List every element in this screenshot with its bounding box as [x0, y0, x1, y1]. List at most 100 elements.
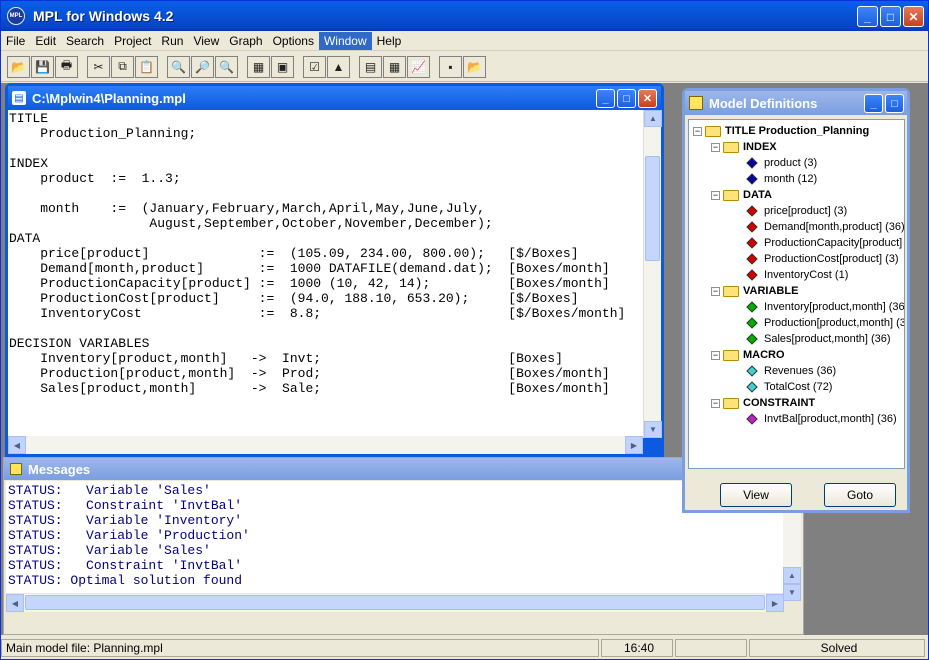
copy-icon[interactable]: ⧉ [111, 55, 134, 78]
editor-horizontal-scrollbar[interactable]: ◀ ▶ [8, 436, 643, 454]
save-icon[interactable]: 💾 [31, 55, 54, 78]
tree-item[interactable]: Demand[month,product] (36) [745, 220, 904, 234]
messages-log[interactable]: STATUS: Variable 'Sales' STATUS: Constra… [6, 481, 784, 593]
menu-view[interactable]: View [188, 32, 224, 50]
minimize-button[interactable]: _ [857, 6, 878, 27]
replace-icon[interactable]: 🔍 [215, 55, 238, 78]
tree-item[interactable]: Revenues (36) [745, 364, 836, 378]
view-solution-icon[interactable]: ▤ [359, 55, 382, 78]
tree-item[interactable]: ProductionCapacity[product] [745, 236, 902, 250]
code-text[interactable]: TITLE Production_Planning; INDEX product… [8, 110, 643, 396]
messages-icon[interactable]: ▪ [439, 55, 462, 78]
run-icon[interactable]: ▣ [271, 55, 294, 78]
menu-project[interactable]: Project [109, 32, 156, 50]
menu-options[interactable]: Options [268, 32, 319, 50]
maximize-button[interactable]: □ [880, 6, 901, 27]
status-bar: Main model file: Planning.mpl 16:40 Solv… [1, 637, 928, 659]
find-next-icon[interactable]: 🔎 [191, 55, 214, 78]
close-button[interactable]: ✕ [903, 6, 924, 27]
menu-graph[interactable]: Graph [224, 32, 267, 50]
document-icon: ▤ [12, 91, 26, 105]
model-definitions-minimize-button[interactable]: _ [864, 94, 883, 113]
collapse-icon[interactable]: − [711, 398, 720, 408]
print-icon[interactable]: 🖶 [55, 55, 78, 78]
collapse-icon[interactable]: − [711, 142, 720, 152]
model-definitions-title: Model Definitions [709, 95, 818, 111]
tree-group-index[interactable]: − INDEX [711, 140, 777, 154]
tree-item[interactable]: Inventory[product,month] (36 [745, 300, 904, 314]
diamond-icon [746, 365, 758, 377]
editor-minimize-button[interactable]: _ [596, 89, 615, 108]
messages-horizontal-scrollbar[interactable]: ◀ ▶ [6, 594, 784, 612]
scroll-down-icon[interactable]: ▼ [644, 421, 662, 438]
toolbar: 📂 💾 🖶 ✂ ⧉ 📋 🔍 🔎 🔍 ▦ ▣ ☑ ▲ ▤ ▦ 📈 ▪ 📂 [1, 52, 928, 82]
menu-window[interactable]: Window [318, 31, 372, 50]
tree-group-variable[interactable]: − VARIABLE [711, 284, 798, 298]
collapse-icon[interactable]: − [711, 190, 720, 200]
tree-item[interactable]: ProductionCost[product] (3) [745, 252, 899, 266]
scroll-left-icon[interactable]: ◀ [6, 594, 24, 612]
menu-bar: File Edit Search Project Run View Graph Options… [1, 31, 928, 51]
messages-horizontal-scroll-thumb[interactable] [25, 595, 765, 610]
collapse-icon[interactable]: − [693, 126, 702, 136]
find-icon[interactable]: 🔍 [167, 55, 190, 78]
editor-vertical-scrollbar[interactable]: ▲ ▼ [643, 110, 662, 438]
messages-text: STATUS: Variable 'Sales' STATUS: Constra… [8, 483, 250, 588]
model-definitions-icon[interactable]: 📂 [463, 55, 486, 78]
scroll-left-icon[interactable]: ◀ [8, 436, 26, 454]
tree-item[interactable]: InvtBal[product,month] (36) [745, 412, 897, 426]
diamond-icon [746, 237, 758, 249]
check-icon[interactable]: ☑ [303, 55, 326, 78]
folder-icon [723, 397, 739, 409]
editor-title: C:\Mplwin4\Planning.mpl [32, 90, 186, 106]
application-window: MPL MPL for Windows 4.2 _ □ ✕ File Edit Se… [0, 0, 929, 660]
diamond-icon [746, 157, 758, 169]
solve-icon[interactable]: ▲ [327, 55, 350, 78]
editor-close-button[interactable]: ✕ [638, 89, 657, 108]
cut-icon[interactable]: ✂ [87, 55, 110, 78]
menu-file[interactable]: File [1, 32, 30, 50]
tree-item[interactable]: InventoryCost (1) [745, 268, 848, 282]
menu-help[interactable]: Help [372, 32, 407, 50]
collapse-icon[interactable]: − [711, 350, 720, 360]
scroll-up-icon[interactable]: ▲ [783, 567, 801, 584]
open-icon[interactable]: 📂 [7, 55, 30, 78]
menu-search[interactable]: Search [61, 32, 109, 50]
tree-item[interactable]: month (12) [745, 172, 817, 186]
model-definitions-window[interactable]: Model Definitions _ □ − TITLE Production_… [682, 88, 910, 513]
view-button[interactable]: View [720, 483, 792, 507]
model-definitions-maximize-button[interactable]: □ [885, 94, 904, 113]
graph-icon[interactable]: 📈 [407, 55, 430, 78]
paste-icon[interactable]: 📋 [135, 55, 158, 78]
parse-icon[interactable]: ▦ [247, 55, 270, 78]
code-editor[interactable]: TITLE Production_Planning; INDEX product… [8, 110, 643, 438]
editor-window[interactable]: ▤ C:\Mplwin4\Planning.mpl _ □ ✕ TITLE Pr… [5, 83, 664, 457]
tree-item[interactable]: Production[product,month] (3 [745, 316, 904, 330]
model-tree[interactable]: − TITLE Production_Planning − INDEX product … [688, 119, 905, 469]
collapse-icon[interactable]: − [711, 286, 720, 296]
messages-icon [10, 463, 22, 475]
tree-item[interactable]: Sales[product,month] (36) [745, 332, 891, 346]
scroll-down-icon[interactable]: ▼ [783, 584, 801, 601]
menu-run[interactable]: Run [156, 32, 188, 50]
tree-group-data[interactable]: − DATA [711, 188, 772, 202]
goto-button[interactable]: Goto [824, 483, 896, 507]
scroll-right-icon[interactable]: ▶ [625, 436, 643, 454]
tree-item[interactable]: price[product] (3) [745, 204, 847, 218]
scroll-right-icon[interactable]: ▶ [766, 594, 784, 612]
matrix-icon[interactable]: ▦ [383, 55, 406, 78]
editor-maximize-button[interactable]: □ [617, 89, 636, 108]
tree-group-macro[interactable]: − MACRO [711, 348, 785, 362]
mdi-workspace: ▤ C:\Mplwin4\Planning.mpl _ □ ✕ TITLE Pr… [1, 83, 928, 635]
title-bar[interactable]: MPL MPL for Windows 4.2 _ □ ✕ [1, 1, 928, 31]
tree-root[interactable]: − TITLE Production_Planning [693, 124, 869, 138]
tree-group-constraint[interactable]: − CONSTRAINT [711, 396, 815, 410]
tree-item[interactable]: TotalCost (72) [745, 380, 832, 394]
menu-edit[interactable]: Edit [30, 32, 61, 50]
scroll-up-icon[interactable]: ▲ [644, 110, 662, 127]
editor-vertical-scroll-thumb[interactable] [645, 156, 660, 261]
diamond-icon [746, 333, 758, 345]
editor-title-bar[interactable]: ▤ C:\Mplwin4\Planning.mpl _ □ ✕ [8, 86, 661, 110]
model-definitions-title-bar[interactable]: Model Definitions _ □ [685, 91, 907, 115]
tree-item[interactable]: product (3) [745, 156, 817, 170]
